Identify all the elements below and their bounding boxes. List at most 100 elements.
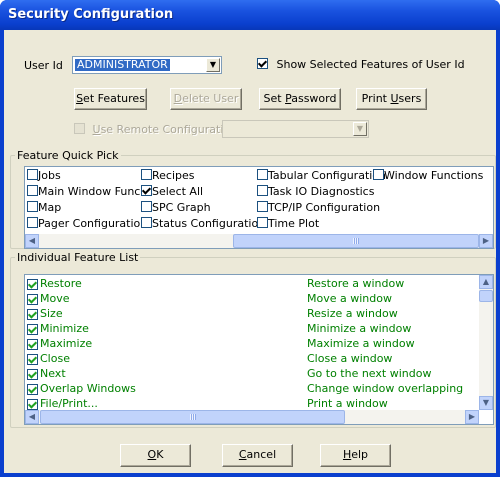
quick-pick-checkbox[interactable] <box>373 169 384 180</box>
feature-row[interactable]: Close Close a window <box>27 352 477 366</box>
help-mnemonic: H <box>342 448 352 461</box>
title-bar[interactable]: Security Configuration <box>0 0 500 30</box>
feature-row[interactable]: Overlap Windows Change window overlappin… <box>27 382 477 396</box>
ok-button[interactable]: OK <box>120 444 191 467</box>
quick-pick-label: Window Functions <box>384 169 484 182</box>
quick-pick-item[interactable]: Main Window Functions <box>27 185 140 199</box>
quick-pick-checkbox[interactable] <box>141 201 152 212</box>
feature-checkbox[interactable] <box>27 279 38 290</box>
feature-checkbox[interactable] <box>27 399 38 410</box>
quick-pick-label: Time Plot <box>268 217 320 230</box>
delete-user-button[interactable]: Delete User <box>170 88 242 110</box>
individual-feature-list[interactable]: Restore Restore a window Move Move a win… <box>24 274 494 425</box>
quick-pick-label: Status Configuration <box>152 217 266 230</box>
quick-pick-checkbox[interactable] <box>257 217 268 228</box>
quick-pick-checkbox[interactable] <box>257 201 268 212</box>
set-features-mnemonic: S <box>76 92 84 105</box>
quick-pick-item[interactable]: SPC Graph <box>141 201 211 215</box>
quick-pick-checkbox[interactable] <box>27 185 38 196</box>
quick-pick-item[interactable]: Tabular Configuration <box>257 169 386 183</box>
scroll-right-icon[interactable]: ▶ <box>465 410 479 424</box>
feature-checkbox[interactable] <box>27 309 38 320</box>
quick-pick-label: Map <box>38 201 62 214</box>
feature-row[interactable]: Maximize Maximize a window <box>27 337 477 351</box>
scrollbar-thumb[interactable] <box>233 234 479 248</box>
print-users-button[interactable]: Print Users <box>356 88 427 110</box>
use-remote-mnemonic: U <box>92 123 101 136</box>
feature-quick-pick-list[interactable]: Jobs Main Window Functions Map Pager Con… <box>24 166 494 249</box>
show-selected-checkbox[interactable] <box>257 58 268 69</box>
scroll-right-icon[interactable]: ▶ <box>479 234 493 248</box>
feature-row[interactable]: Next Go to the next window <box>27 367 477 381</box>
quick-pick-checkbox[interactable] <box>141 169 152 180</box>
feature-row[interactable]: Restore Restore a window <box>27 277 477 291</box>
quick-pick-item[interactable]: Task IO Diagnostics <box>257 185 374 199</box>
quick-pick-item[interactable]: Select All <box>141 185 203 199</box>
cancel-button[interactable]: Cancel <box>222 444 293 467</box>
feature-checkbox[interactable] <box>27 294 38 305</box>
remote-configuration-dropdown[interactable]: ▼ <box>222 120 369 138</box>
quick-pick-label: Recipes <box>152 169 195 182</box>
scrollbar-thumb[interactable] <box>40 410 345 424</box>
quick-pick-label: Tabular Configuration <box>268 169 387 182</box>
feature-list-vertical-scrollbar[interactable]: ▲ ▼ <box>479 275 493 410</box>
chevron-down-icon[interactable]: ▼ <box>206 58 220 72</box>
set-password-button[interactable]: Set Password <box>259 88 341 110</box>
feature-name: Overlap Windows <box>40 382 136 395</box>
feature-description: Print a window <box>307 397 388 410</box>
feature-name: Restore <box>40 277 82 290</box>
show-selected-features-option[interactable]: Show Selected Features of User Id <box>257 58 465 71</box>
feature-checkbox[interactable] <box>27 354 38 365</box>
quick-pick-checkbox[interactable] <box>27 169 38 180</box>
quick-pick-checkbox[interactable] <box>27 201 38 212</box>
feature-name: Size <box>40 307 63 320</box>
quick-pick-label: Main Window Functions <box>38 185 140 198</box>
print-users-mnemonic: U <box>390 92 399 105</box>
feature-row[interactable]: Size Resize a window <box>27 307 477 321</box>
set-features-label: et Features <box>83 92 145 105</box>
quick-pick-checkbox[interactable] <box>27 217 38 228</box>
feature-name: Maximize <box>40 337 93 350</box>
scroll-left-icon[interactable]: ◀ <box>25 410 39 424</box>
quick-pick-checkbox[interactable] <box>257 169 268 180</box>
quick-pick-item[interactable]: TCP/IP Configuration <box>257 201 380 215</box>
feature-description: Maximize a window <box>307 337 415 350</box>
quick-pick-checkbox[interactable] <box>141 185 152 196</box>
feature-description: Change window overlapping <box>307 382 464 395</box>
quick-pick-item[interactable]: Map <box>27 201 61 215</box>
quick-pick-horizontal-scrollbar[interactable]: ◀ ▶ <box>25 234 493 248</box>
chevron-down-icon[interactable]: ▼ <box>353 122 367 136</box>
quick-pick-item[interactable]: Pager Configuration <box>27 217 147 231</box>
user-id-label: User Id <box>24 59 63 72</box>
quick-pick-item[interactable]: Window Functions <box>373 169 483 183</box>
cancel-label: ancel <box>246 448 277 461</box>
feature-row[interactable]: Move Move a window <box>27 292 477 306</box>
feature-row[interactable]: Minimize Minimize a window <box>27 322 477 336</box>
help-button[interactable]: Help <box>320 444 391 467</box>
scrollbar-thumb[interactable] <box>479 290 493 302</box>
quick-pick-checkbox[interactable] <box>141 217 152 228</box>
user-id-dropdown[interactable]: ADMINISTRATOR ▼ <box>72 56 222 74</box>
set-features-button[interactable]: Set Features <box>74 88 147 110</box>
quick-pick-checkbox[interactable] <box>257 185 268 196</box>
feature-checkbox[interactable] <box>27 324 38 335</box>
quick-pick-label: Select All <box>152 185 204 198</box>
quick-pick-item[interactable]: Jobs <box>27 169 61 183</box>
help-label: elp <box>351 448 369 461</box>
quick-pick-item[interactable]: Recipes <box>141 169 195 183</box>
set-password-prefix: Set <box>263 92 286 105</box>
feature-list-horizontal-scrollbar[interactable]: ◀ ▶ <box>25 410 479 424</box>
use-remote-configuration-option[interactable]: Use Remote Configuration <box>74 123 237 136</box>
feature-row[interactable]: File/Print... Print a window <box>27 397 477 411</box>
quick-pick-item[interactable]: Time Plot <box>257 217 319 231</box>
scroll-left-icon[interactable]: ◀ <box>25 234 39 248</box>
feature-checkbox[interactable] <box>27 384 38 395</box>
feature-checkbox[interactable] <box>27 339 38 350</box>
feature-checkbox[interactable] <box>27 369 38 380</box>
use-remote-configuration-checkbox[interactable] <box>74 123 85 134</box>
scroll-up-icon[interactable]: ▲ <box>479 275 493 289</box>
scroll-down-icon[interactable]: ▼ <box>479 396 493 410</box>
show-selected-label: Show Selected Features of User Id <box>276 58 465 71</box>
quick-pick-item[interactable]: Status Configuration <box>141 217 265 231</box>
delete-user-mnemonic: D <box>173 92 183 105</box>
